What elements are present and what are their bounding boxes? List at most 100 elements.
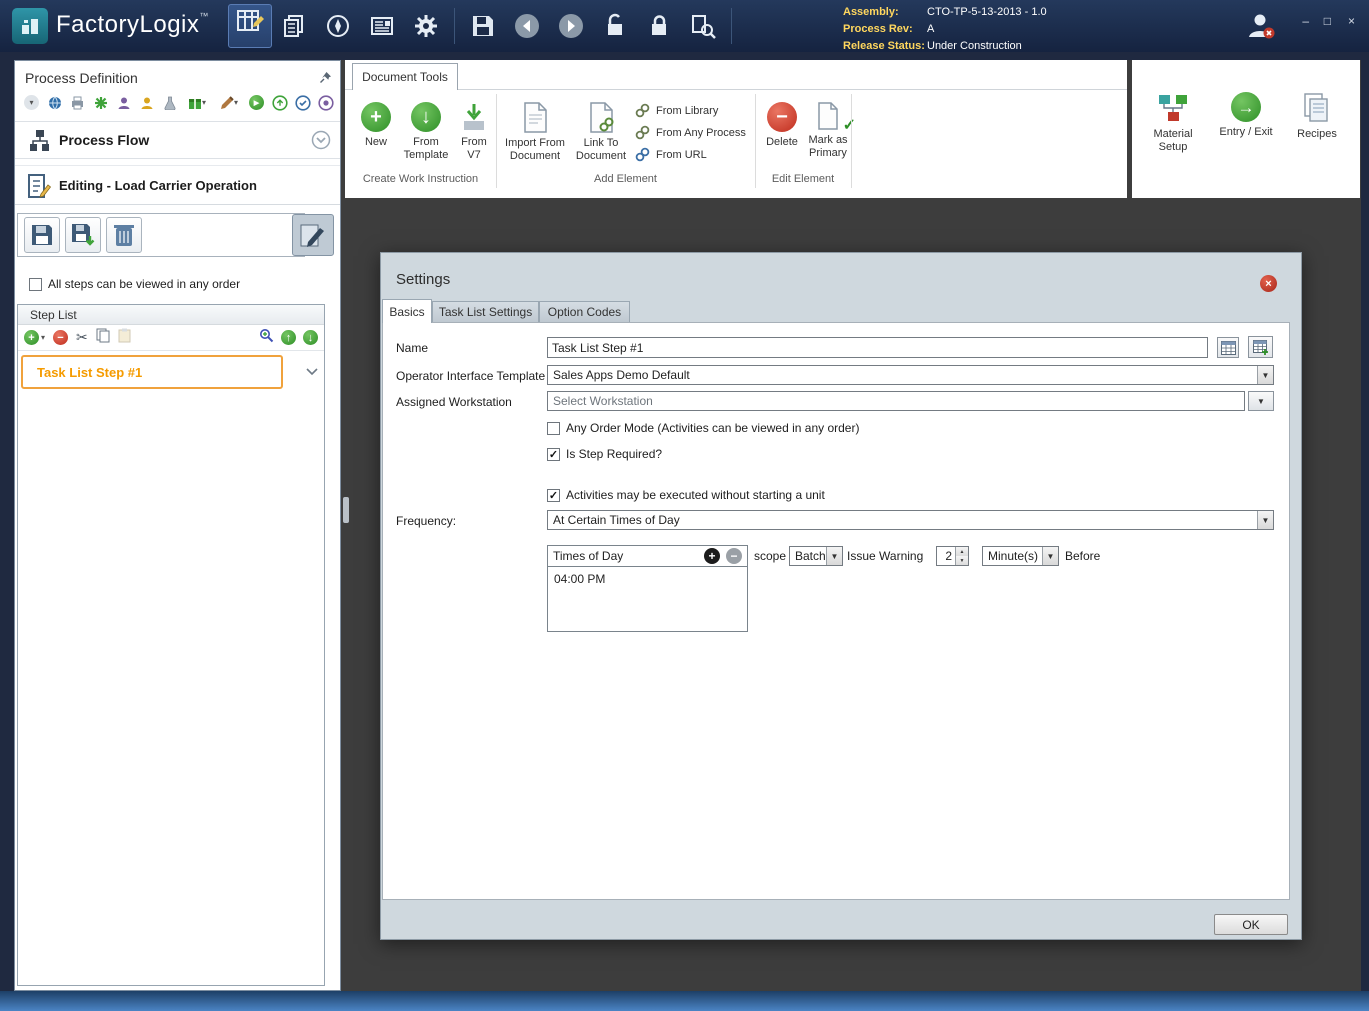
- validate-button[interactable]: [294, 94, 311, 111]
- record-button[interactable]: [317, 94, 334, 111]
- spinner-up-button[interactable]: ▲: [956, 547, 968, 556]
- import-from-document-button[interactable]: Import From Document: [502, 102, 568, 163]
- from-library-button[interactable]: From Library: [635, 103, 753, 118]
- documents-button[interactable]: [272, 4, 316, 48]
- import-process-button[interactable]: [65, 217, 101, 253]
- warning-number-spinner[interactable]: 2 ▲ ▼: [936, 546, 969, 566]
- user-button[interactable]: [1245, 10, 1277, 47]
- collapse-button[interactable]: [311, 130, 331, 155]
- any-order-mode-checkbox[interactable]: Any Order Mode (Activities can be viewed…: [547, 421, 859, 435]
- floppy-icon: [32, 225, 52, 245]
- name-input[interactable]: [547, 337, 1208, 358]
- dropdown-arrow-icon[interactable]: ▼: [826, 547, 842, 565]
- spinner-down-button[interactable]: ▼: [956, 556, 968, 565]
- all-steps-any-order-checkbox[interactable]: All steps can be viewed in any order: [29, 277, 240, 291]
- rename-all-grid-button[interactable]: [1248, 336, 1273, 358]
- trainee-button[interactable]: [138, 94, 155, 111]
- check-icon: ✓: [842, 117, 856, 134]
- checkbox-box[interactable]: [547, 488, 560, 502]
- history-dropdown-button[interactable]: ▾: [23, 94, 40, 111]
- process-definition-module-button[interactable]: [228, 4, 272, 48]
- style-brush-button[interactable]: ▾: [216, 94, 242, 111]
- plus-circle-icon: +: [24, 330, 39, 345]
- recipes-button[interactable]: Recipes: [1286, 92, 1348, 141]
- move-step-down-button[interactable]: ↓: [303, 330, 318, 345]
- tab-option-codes[interactable]: Option Codes: [539, 301, 630, 323]
- delete-process-button[interactable]: [106, 217, 142, 253]
- from-v7-button[interactable]: From V7: [453, 102, 495, 162]
- from-any-process-button[interactable]: From Any Process: [635, 125, 753, 140]
- news-button[interactable]: [360, 4, 404, 48]
- unlock-button[interactable]: [593, 4, 637, 48]
- remove-time-button[interactable]: −: [726, 548, 742, 564]
- compass-button[interactable]: [316, 4, 360, 48]
- sync-button[interactable]: [271, 94, 288, 111]
- back-button[interactable]: [505, 4, 549, 48]
- web-link-button[interactable]: [46, 94, 63, 111]
- ok-button[interactable]: OK: [1214, 914, 1288, 935]
- copy-button[interactable]: [96, 328, 110, 348]
- document-icon: [818, 102, 838, 130]
- button-label: From V7: [461, 136, 487, 161]
- operator-button[interactable]: [115, 94, 132, 111]
- remove-step-button[interactable]: −: [53, 330, 69, 345]
- save-button[interactable]: [461, 4, 505, 48]
- paste-button[interactable]: [118, 328, 131, 348]
- scope-select[interactable]: Batch ▼: [789, 546, 843, 566]
- tab-document-tools[interactable]: Document Tools: [352, 63, 458, 90]
- material-setup-button[interactable]: Material Setup: [1140, 92, 1206, 154]
- move-step-up-button[interactable]: ↑: [281, 330, 296, 345]
- audit-search-button[interactable]: [681, 4, 725, 48]
- link-to-document-button[interactable]: Link To Document: [571, 102, 631, 163]
- maximize-button[interactable]: □: [1324, 14, 1331, 28]
- add-step-button[interactable]: + ▾: [24, 330, 45, 345]
- checkbox-box[interactable]: [29, 277, 42, 291]
- release-package-button[interactable]: ▾: [184, 94, 210, 111]
- save-process-button[interactable]: [24, 217, 60, 253]
- warning-unit-select[interactable]: Minute(s) ▼: [982, 546, 1059, 566]
- step-list-item[interactable]: Task List Step #1: [21, 355, 283, 389]
- activities-without-unit-checkbox[interactable]: Activities may be executed without start…: [547, 488, 825, 502]
- forward-button[interactable]: [549, 4, 593, 48]
- new-instruction-button[interactable]: + New: [353, 102, 399, 149]
- time-list-item[interactable]: 04:00 PM: [548, 567, 747, 591]
- close-window-button[interactable]: ×: [1348, 14, 1355, 28]
- frequency-select[interactable]: At Certain Times of Day ▼: [547, 510, 1274, 530]
- from-template-button[interactable]: ↓ From Template: [399, 102, 453, 162]
- settings-gear-button[interactable]: [404, 4, 448, 48]
- apply-name-grid-button[interactable]: [1217, 337, 1239, 358]
- delete-element-button[interactable]: − Delete: [760, 102, 804, 149]
- splitter-handle[interactable]: [343, 497, 349, 523]
- cut-button[interactable]: ✂: [76, 329, 88, 346]
- dropdown-arrow-icon[interactable]: ▼: [1257, 511, 1273, 529]
- new-process-button[interactable]: [92, 94, 109, 111]
- from-url-button[interactable]: From URL: [635, 147, 753, 162]
- pin-button[interactable]: [319, 71, 332, 89]
- test-button[interactable]: [161, 94, 178, 111]
- is-step-required-checkbox[interactable]: Is Step Required?: [547, 447, 662, 461]
- print-button[interactable]: [69, 94, 86, 111]
- dropdown-arrow-icon[interactable]: ▼: [1257, 366, 1273, 384]
- dropdown-arrow-icon[interactable]: ▼: [1042, 547, 1058, 565]
- step-expand-button[interactable]: [306, 363, 318, 381]
- minimize-button[interactable]: –: [1302, 14, 1309, 28]
- button-label: From URL: [656, 148, 707, 161]
- dialog-close-button[interactable]: ×: [1260, 275, 1277, 292]
- edit-mode-button[interactable]: [292, 214, 334, 256]
- entry-exit-icon: →: [1231, 92, 1261, 122]
- lock-button[interactable]: [637, 4, 681, 48]
- workstation-combo[interactable]: Select Workstation: [547, 391, 1245, 411]
- tab-basics[interactable]: Basics: [382, 299, 432, 323]
- lock-icon: [652, 15, 666, 35]
- checkbox-box[interactable]: [547, 447, 560, 461]
- activate-button[interactable]: ▶: [248, 94, 265, 111]
- workstation-dropdown-button[interactable]: ▼: [1248, 391, 1274, 411]
- zoom-step-button[interactable]: [259, 328, 274, 348]
- entry-exit-button[interactable]: → Entry / Exit: [1210, 92, 1282, 139]
- add-time-button[interactable]: +: [704, 548, 720, 564]
- mark-as-primary-button[interactable]: ✓ Mark as Primary: [804, 102, 856, 160]
- news-icon: [371, 17, 393, 35]
- template-select[interactable]: Sales Apps Demo Default ▼: [547, 365, 1274, 385]
- checkbox-box[interactable]: [547, 421, 560, 435]
- tab-task-list-settings[interactable]: Task List Settings: [432, 301, 539, 323]
